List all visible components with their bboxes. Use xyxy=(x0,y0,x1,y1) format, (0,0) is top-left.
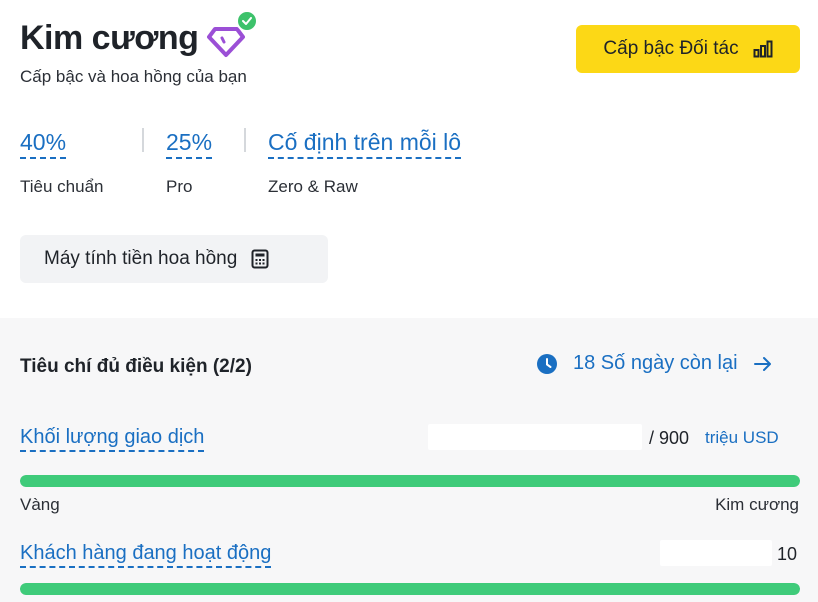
divider xyxy=(244,128,246,152)
rate-standard: 40% Tiêu chuẩn xyxy=(20,128,120,197)
diamond-icon xyxy=(207,27,246,57)
trading-volume-value-box xyxy=(428,424,642,450)
rate-value[interactable]: Cố định trên mỗi lô xyxy=(268,128,462,159)
commission-calculator-button[interactable]: Máy tính tiền hoa hồng xyxy=(20,235,328,283)
title-row: Kim cương xyxy=(20,10,259,58)
active-clients-progress-bar xyxy=(20,583,800,595)
active-clients-target: 10 xyxy=(777,544,798,564)
calculator-icon xyxy=(251,249,269,269)
check-badge-icon xyxy=(236,10,259,32)
tier-badge xyxy=(206,10,259,58)
rate-zero-raw: Cố định trên mỗi lô Zero & Raw xyxy=(268,128,462,197)
rate-label: Zero & Raw xyxy=(268,177,358,196)
trading-volume-target: / 900 xyxy=(649,428,690,448)
divider xyxy=(142,128,144,152)
arrow-right-icon xyxy=(753,356,771,371)
rate-label: Tiêu chuẩn xyxy=(20,177,104,196)
progress-fill xyxy=(20,475,800,487)
clock-icon xyxy=(537,353,557,374)
calculator-button-label: Máy tính tiền hoa hồng xyxy=(44,248,238,269)
metric-active-clients-label[interactable]: Khách hàng đang hoạt động xyxy=(20,540,272,568)
rate-value[interactable]: 40% xyxy=(20,128,67,159)
tier-header-section: Kim cương Cấp bậc và hoa hồng của bạn Cấ… xyxy=(0,0,818,318)
days-left-label: 18 Số ngày còn lại xyxy=(573,352,738,374)
bar-chart-icon xyxy=(753,40,773,58)
rate-label: Pro xyxy=(166,177,193,196)
partner-tier-button[interactable]: Cấp bậc Đối tác xyxy=(576,25,800,73)
eligibility-section: Tiêu chí đủ điều kiện (2/2) 18 Số ngày c… xyxy=(0,318,818,602)
rate-pro: 25% Pro xyxy=(166,128,222,197)
active-clients-value-box xyxy=(660,540,772,566)
progress-fill xyxy=(20,583,800,595)
metric-trading-volume-label[interactable]: Khối lượng giao dịch xyxy=(20,424,205,452)
range-start-label: Vàng xyxy=(20,495,60,514)
range-end-label: Kim cương xyxy=(715,495,799,514)
rate-value[interactable]: 25% xyxy=(166,128,213,159)
criteria-title: Tiêu chí đủ điều kiện (2/2) xyxy=(20,356,252,377)
commission-rates: 40% Tiêu chuẩn 25% Pro Cố định trên mỗi … xyxy=(20,128,462,197)
trading-volume-unit[interactable]: triệu USD xyxy=(705,428,779,448)
trading-volume-progress-bar xyxy=(20,475,800,487)
partner-tier-button-label: Cấp bậc Đối tác xyxy=(603,38,739,59)
tier-subtitle: Cấp bậc và hoa hồng của bạn xyxy=(20,67,247,86)
tier-title: Kim cương xyxy=(20,18,199,57)
days-left-link[interactable]: 18 Số ngày còn lại xyxy=(537,352,772,375)
